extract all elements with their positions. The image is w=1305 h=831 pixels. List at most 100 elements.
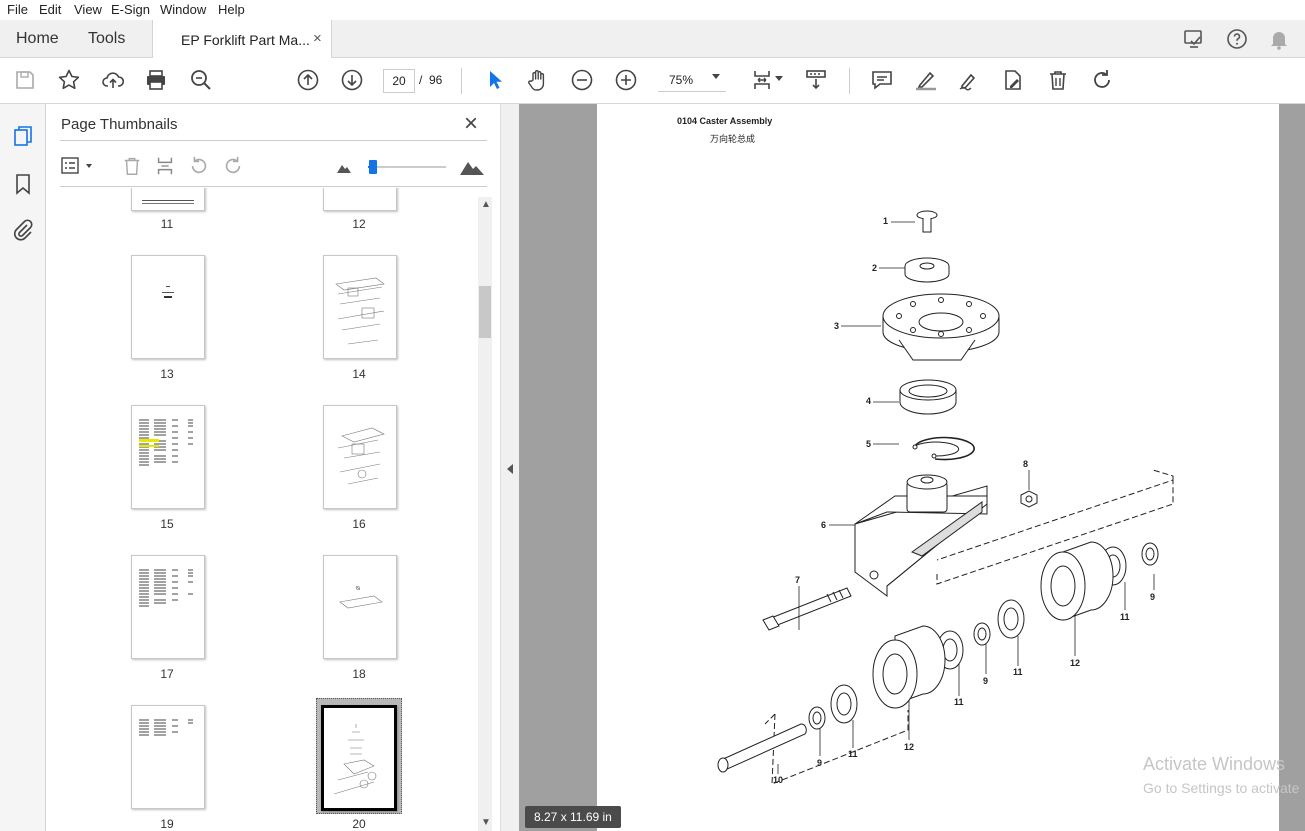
scroll-mode-icon[interactable] (802, 66, 830, 94)
page-thumbnails-panel: Page Thumbnails × 11 12 13 14 15 16 17 1… (46, 104, 500, 831)
draw-tool-icon[interactable] (955, 66, 983, 94)
menu-view[interactable]: View (74, 2, 102, 17)
thumbnail-list[interactable]: 11 12 13 14 15 16 17 18 19 20 (60, 188, 478, 831)
highlight-pen-icon[interactable] (912, 66, 940, 94)
page-thumbnail-12[interactable] (323, 188, 397, 211)
page-number-input[interactable]: 20 (383, 69, 415, 93)
scrollbar-thumb[interactable] (479, 286, 491, 338)
callout-11: 11 (848, 749, 858, 759)
tab-home[interactable]: Home (16, 30, 59, 48)
tab-document-title: EP Forklift Part Ma... (181, 32, 310, 48)
callout-12: 12 (904, 742, 915, 752)
help-icon[interactable] (1225, 27, 1249, 51)
callout-2: 2 (872, 263, 878, 273)
delete-icon[interactable] (1044, 66, 1072, 94)
callout-3: 3 (834, 321, 840, 331)
menu-help[interactable]: Help (218, 2, 245, 17)
menu-edit[interactable]: Edit (39, 2, 61, 17)
tab-close-button[interactable]: × (313, 30, 322, 47)
page-thumbnail-13[interactable] (131, 255, 205, 359)
windows-activation-subtext: Go to Settings to activate (1143, 780, 1300, 796)
scroll-up-icon[interactable]: ▲ (481, 199, 491, 210)
tab-tools[interactable]: Tools (88, 30, 125, 48)
insert-pages-icon[interactable] (154, 155, 176, 177)
main-toolbar: 20 / 96 75% (0, 58, 1305, 104)
callout-11: 11 (1013, 667, 1023, 677)
callout-9: 9 (983, 676, 989, 686)
attachment-icon[interactable] (11, 218, 35, 242)
page-thumbnail-17[interactable] (131, 555, 205, 659)
page-thumbnail-18[interactable] (323, 555, 397, 659)
comment-icon[interactable] (868, 66, 896, 94)
thumbnail-scrollbar[interactable]: ▲ ▼ (478, 197, 492, 831)
thumbnail-size-slider[interactable] (368, 160, 446, 174)
thumbnail-label: 19 (160, 817, 174, 831)
previous-page-icon[interactable] (294, 66, 322, 94)
callout-11: 11 (1120, 612, 1130, 622)
small-thumbnail-icon[interactable] (336, 160, 352, 174)
callout-4: 4 (866, 396, 872, 406)
select-cursor-icon[interactable] (481, 66, 509, 94)
star-icon[interactable] (55, 66, 83, 94)
pdf-page: 0104 Caster Assembly 万向轮总成 1 2 3 4 5 6 7… (597, 104, 1279, 831)
page-thumbnail-19[interactable] (131, 705, 205, 809)
page-fit-icon[interactable] (748, 66, 776, 94)
scroll-down-icon[interactable]: ▼ (481, 817, 491, 828)
next-page-icon[interactable] (338, 66, 366, 94)
menu-file[interactable]: File (7, 2, 28, 17)
print-icon[interactable] (142, 66, 170, 94)
page-thumbnails-icon[interactable] (11, 124, 35, 148)
thumbnail-label: 13 (160, 367, 174, 381)
callout-7: 7 (795, 575, 801, 585)
rotate-right-icon[interactable] (222, 155, 244, 177)
panel-title: Page Thumbnails (61, 116, 178, 133)
page-thumbnail-14[interactable] (323, 255, 397, 359)
tab-document[interactable]: EP Forklift Part Ma... × (152, 20, 332, 58)
divider (60, 186, 487, 187)
notification-bell-icon[interactable] (1267, 27, 1291, 51)
cloud-upload-icon[interactable] (99, 66, 127, 94)
zoom-value: 75% (669, 73, 694, 87)
callout-1: 1 (883, 216, 889, 226)
document-view[interactable]: 0104 Caster Assembly 万向轮总成 1 2 3 4 5 6 7… (519, 104, 1305, 831)
callout-9: 9 (817, 758, 823, 768)
collapse-pane-icon[interactable] (507, 464, 513, 474)
page-separator: / (419, 73, 423, 87)
bookmark-icon[interactable] (11, 172, 35, 196)
large-thumbnail-icon[interactable] (459, 156, 485, 176)
rotate-icon[interactable] (1088, 66, 1116, 94)
zoom-in-icon[interactable] (612, 66, 640, 94)
thumbnail-label: 17 (160, 667, 174, 681)
save-icon[interactable] (11, 66, 39, 94)
zoom-dropdown[interactable]: 75% (658, 69, 726, 92)
find-zoom-icon[interactable] (187, 66, 215, 94)
edit-pdf-icon[interactable] (999, 66, 1027, 94)
slider-handle[interactable] (369, 160, 377, 174)
hand-tool-icon[interactable] (524, 66, 552, 94)
pane-splitter[interactable] (500, 104, 521, 831)
menu-bar: File Edit View E-Sign Window Help (0, 0, 1305, 20)
zoom-out-icon[interactable] (568, 66, 596, 94)
page-thumbnail-15[interactable] (131, 405, 205, 509)
page-size-badge: 8.27 x 11.69 in (525, 806, 621, 828)
callout-6: 6 (821, 520, 827, 530)
rotate-left-icon[interactable] (188, 155, 210, 177)
thumbnail-label: 11 (160, 217, 174, 231)
navigation-pane-bar (0, 104, 46, 831)
page-total: 96 (429, 73, 443, 87)
thumbnail-label: 15 (160, 517, 174, 531)
callout-10: 10 (773, 775, 784, 785)
page-thumbnail-16[interactable] (323, 405, 397, 509)
page-thumbnail-11[interactable] (131, 188, 205, 211)
thumbnail-options-icon[interactable] (60, 155, 96, 177)
menu-esign[interactable]: E-Sign (111, 2, 150, 17)
windows-activation-watermark: Activate Windows (1143, 754, 1286, 774)
callout-11: 11 (954, 697, 964, 707)
exploded-parts-diagram (717, 210, 1174, 785)
page-fit-chevron-icon[interactable] (775, 76, 783, 81)
page-thumbnail-20[interactable] (321, 705, 397, 811)
share-screen-icon[interactable] (1182, 27, 1206, 51)
menu-window[interactable]: Window (160, 2, 206, 17)
delete-pages-icon[interactable] (121, 155, 143, 177)
panel-close-button[interactable]: × (464, 110, 478, 138)
